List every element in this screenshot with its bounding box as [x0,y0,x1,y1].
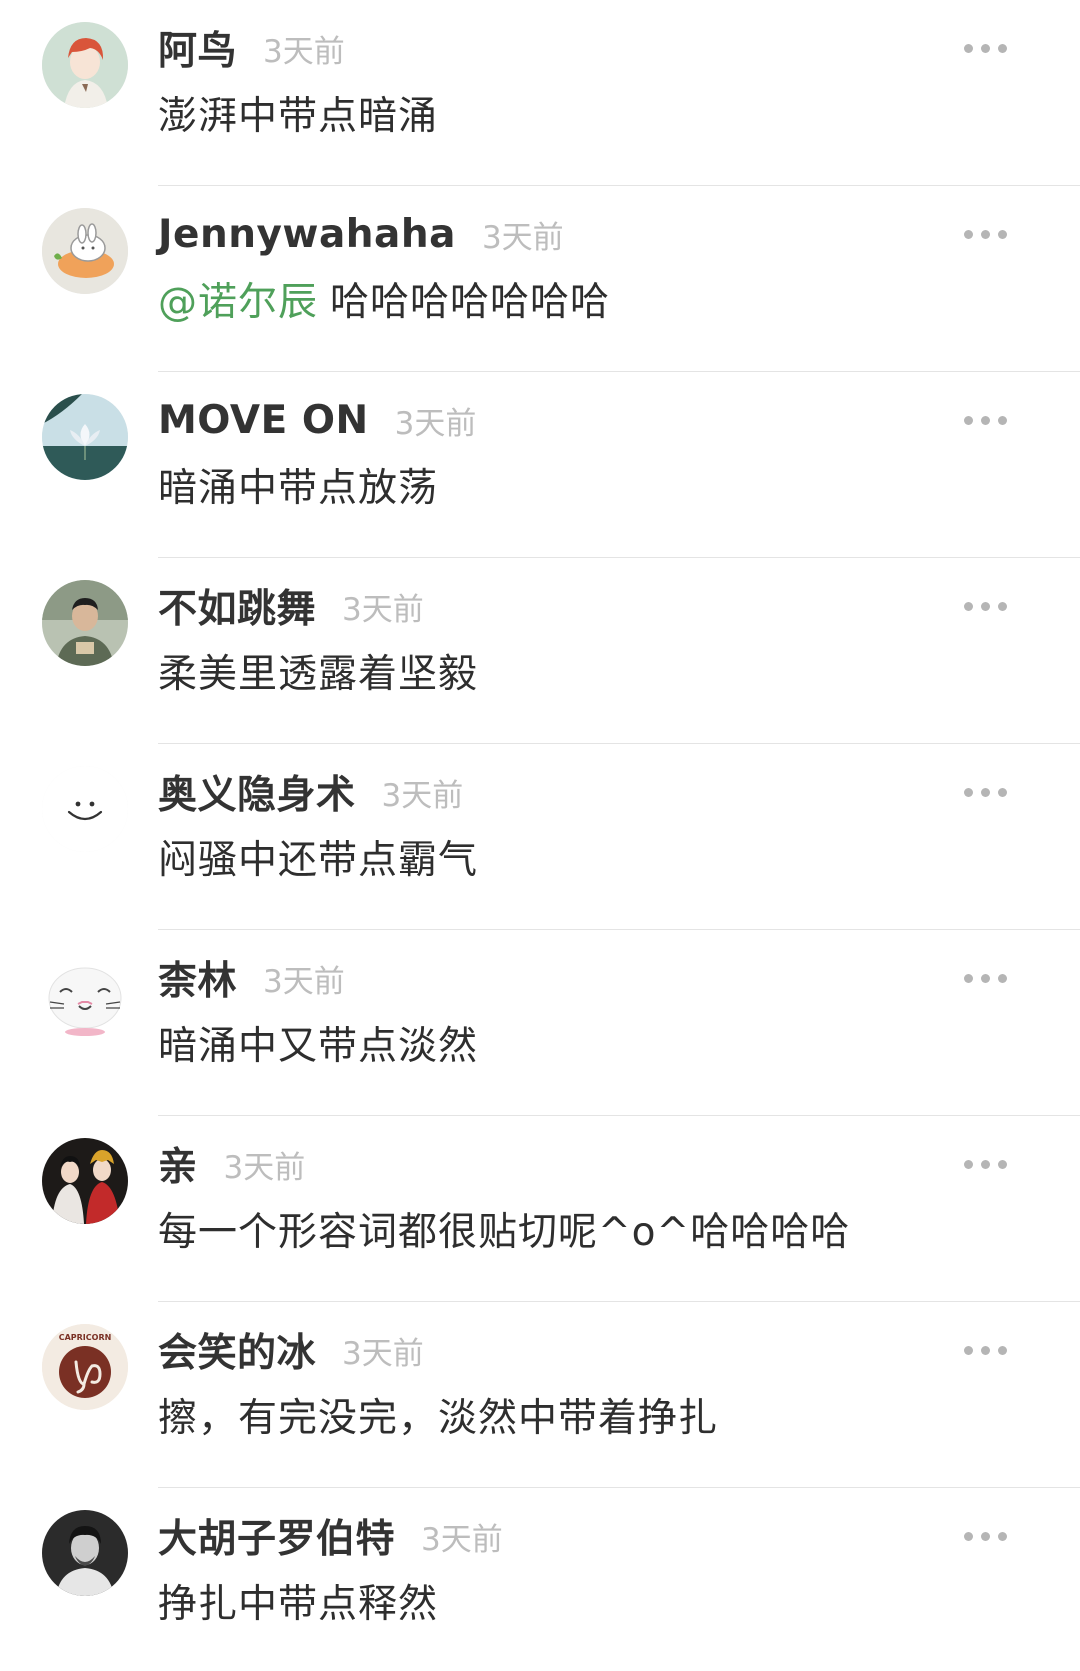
avatar[interactable] [42,208,128,294]
more-options-button[interactable] [952,774,1018,810]
username[interactable]: 大胡子罗伯特 [158,1508,395,1564]
username[interactable]: Jennywahaha [158,212,456,257]
comment-content: 闷骚中还带点霸气 [158,838,479,883]
comment-content: 擦，有完没完，淡然中带着挣扎 [158,1396,719,1441]
comment-item: 阿鸟 3天前 澎湃中带点暗涌 [0,0,1080,186]
avatar-smiley-face [42,766,128,852]
more-options-button[interactable] [952,588,1018,624]
comment-text: @诺尔辰 哈哈哈哈哈哈哈 [158,270,610,328]
timestamp: 3天前 [223,1149,306,1186]
more-options-button[interactable] [952,30,1018,66]
more-options-button[interactable] [952,1518,1018,1554]
name-line: 阿鸟 3天前 [158,18,345,78]
comment-text: 暗涌中带点放荡 [158,456,438,514]
more-dots-icon [960,1159,1011,1169]
more-options-button[interactable] [952,1146,1018,1182]
more-dots-icon [960,415,1011,425]
avatar[interactable] [42,1510,128,1596]
comment-text: 擦，有完没完，淡然中带着挣扎 [158,1386,718,1444]
avatar-white-cat [42,952,128,1038]
comment-text: 澎湃中带点暗涌 [158,84,438,142]
comment-text: 挣扎中带点释然 [158,1572,438,1630]
timestamp: 3天前 [394,405,477,442]
more-options-button[interactable] [952,1332,1018,1368]
username[interactable]: MOVE ON [158,398,369,443]
avatar-bw-portrait [42,1510,128,1596]
comment-item: 不如跳舞 3天前 柔美里透露着坚毅 [0,558,1080,744]
comment-item: 大胡子罗伯特 3天前 挣扎中带点释然 [0,1488,1080,1671]
avatar-capricorn-badge: CAPRICORN [42,1324,128,1410]
timestamp: 3天前 [263,33,345,70]
avatar-man-photo [42,580,128,666]
name-line: 不如跳舞 3天前 [158,576,424,636]
name-line: 柰林 3天前 [158,948,345,1008]
timestamp: 3天前 [381,777,464,814]
username[interactable]: 奥义隐身术 [158,764,356,820]
comment-item: CAPRICORN 会笑的冰 3天前 擦，有完没完，淡然中带着挣扎 [0,1302,1080,1488]
timestamp: 3天前 [342,1335,424,1372]
name-line: 大胡子罗伯特 3天前 [158,1506,503,1566]
comment-item: 奥义隐身术 3天前 闷骚中还带点霸气 [0,744,1080,930]
avatar[interactable]: CAPRICORN [42,1324,128,1410]
avatar[interactable] [42,394,128,480]
more-dots-icon [960,229,1011,239]
comment-list: 阿鸟 3天前 澎湃中带点暗涌 Jennywahaha 3天前 @诺尔辰 哈哈哈哈… [0,0,1080,1671]
timestamp: 3天前 [342,591,424,628]
capricorn-badge-text: CAPRICORN [59,1333,112,1342]
avatar-costume-couple [42,1138,128,1224]
more-dots-icon [960,1531,1011,1541]
timestamp: 3天前 [263,963,345,1000]
avatar[interactable] [42,952,128,1038]
username[interactable]: 会笑的冰 [158,1322,316,1378]
more-dots-icon [960,787,1011,797]
more-options-button[interactable] [952,216,1018,252]
username[interactable]: 阿鸟 [158,20,237,76]
name-line: 会笑的冰 3天前 [158,1320,424,1380]
comment-text: 每一个形容词都很贴切呢^o^哈哈哈哈 [158,1200,850,1258]
comment-content: 柔美里透露着坚毅 [158,652,479,697]
name-line: Jennywahaha 3天前 [158,204,564,264]
avatar[interactable] [42,766,128,852]
username[interactable]: 柰林 [158,950,237,1006]
name-line: 奥义隐身术 3天前 [158,762,463,822]
mention-link[interactable]: @诺尔辰 [158,271,318,327]
comment-text: 柔美里透露着坚毅 [158,642,478,700]
avatar[interactable] [42,22,128,108]
comment-content: 每一个形容词都很贴切呢^o^哈哈哈哈 [158,1210,851,1255]
avatar-lotus-flower [42,394,128,480]
comment-item: MOVE ON 3天前 暗涌中带点放荡 [0,372,1080,558]
more-dots-icon [960,973,1011,983]
name-line: MOVE ON 3天前 [158,390,476,450]
comment-content: 挣扎中带点释然 [158,1582,439,1627]
more-dots-icon [960,601,1011,611]
comment-content: 暗涌中又带点淡然 [158,1024,479,1069]
more-options-button[interactable] [952,402,1018,438]
avatar[interactable] [42,1138,128,1224]
comment-item: 柰林 3天前 暗涌中又带点淡然 [0,930,1080,1116]
comment-item: 亲 3天前 每一个形容词都很贴切呢^o^哈哈哈哈 [0,1116,1080,1302]
comment-content: 澎湃中带点暗涌 [158,94,439,139]
avatar[interactable] [42,580,128,666]
comment-content: 暗涌中带点放荡 [158,466,439,511]
avatar-bunny-on-carrot [42,208,128,294]
comment-text: 暗涌中又带点淡然 [158,1014,478,1072]
timestamp: 3天前 [421,1521,503,1558]
more-dots-icon [960,1345,1011,1355]
username[interactable]: 亲 [158,1136,198,1192]
more-options-button[interactable] [952,960,1018,996]
comment-text: 闷骚中还带点霸气 [158,828,478,886]
avatar-red-hair-anime-boy [42,22,128,108]
comment-item: Jennywahaha 3天前 @诺尔辰 哈哈哈哈哈哈哈 [0,186,1080,372]
more-dots-icon [960,43,1011,53]
name-line: 亲 3天前 [158,1134,305,1194]
timestamp: 3天前 [481,219,564,256]
username[interactable]: 不如跳舞 [158,578,316,634]
comment-content: 哈哈哈哈哈哈哈 [330,280,611,325]
